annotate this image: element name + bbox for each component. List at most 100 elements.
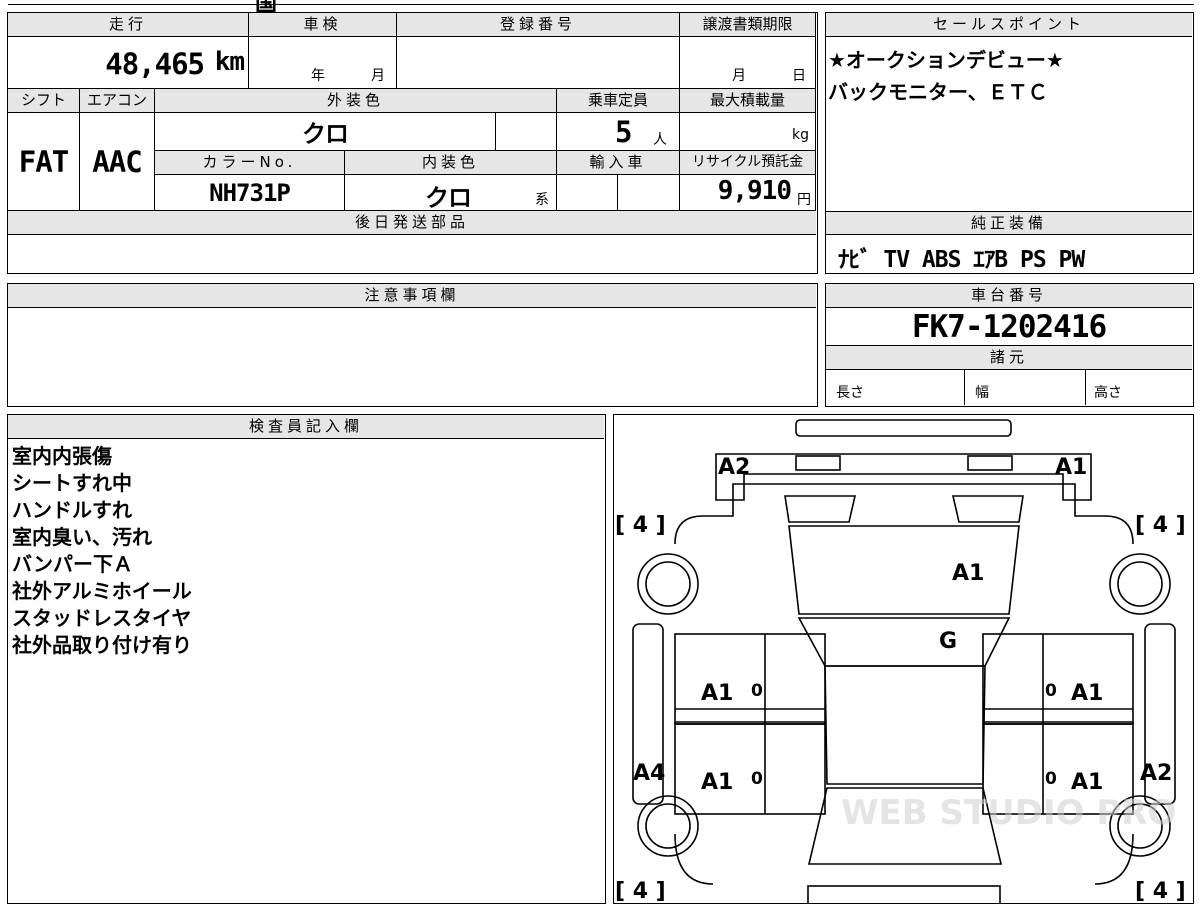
max-load-unit: kg xyxy=(792,127,809,143)
sales-point-label: セールスポイント xyxy=(826,13,1192,37)
diagram-watermark: WEB STUDIO PRO xyxy=(841,793,1176,833)
aircon-label: エアコン xyxy=(80,89,155,113)
diagram-zero-fr: 0 xyxy=(1045,681,1057,701)
recycle-fee-unit: 円 xyxy=(797,192,811,208)
genuine-equipment-value: ﾅﾋﾞ TV ABS ｴｱB PS PW xyxy=(838,247,1085,273)
front-grille-right xyxy=(951,494,1024,523)
headlight-left xyxy=(794,454,841,471)
spec-length-label: 長さ xyxy=(836,385,864,401)
registration-label: 登録番号 xyxy=(397,13,680,37)
diagram-zero-fl: 0 xyxy=(751,681,763,701)
inspection-month: 月 xyxy=(371,68,385,84)
exterior-color-value: クロ xyxy=(155,113,496,151)
diagram-tire-fr: [ 4 ] xyxy=(1135,513,1186,538)
diagram-side-left: A4 xyxy=(633,761,665,786)
sales-point-box: セールスポイント ★オークションデビュー★ バックモニター、ＥＴＣ 純正装備 ﾅ… xyxy=(825,12,1194,274)
hood xyxy=(787,524,1020,615)
diagram-zero-rr: 0 xyxy=(1045,769,1057,789)
diagram-tire-fl: [ 4 ] xyxy=(615,513,666,538)
inspector-line-5: バンパー下Ａ xyxy=(12,552,133,576)
imported-value xyxy=(557,175,618,211)
imported-extra xyxy=(618,175,680,211)
interior-color-cell: クロ 系 xyxy=(345,175,557,212)
vehicle-info-box: 走行 車検 登録番号 譲渡書類期限 48,465 km 年 月 月 日 シフト … xyxy=(7,12,818,274)
notes-box: 注意事項欄 xyxy=(7,283,818,407)
color-no-label: カラーNo. xyxy=(155,151,345,175)
mileage-value: 48,465 xyxy=(105,47,205,81)
transfer-deadline-label: 譲渡書類期限 xyxy=(680,13,816,37)
notes-label: 注意事項欄 xyxy=(8,284,816,308)
inspector-line-2: シートすれ中 xyxy=(12,471,132,495)
inspector-label: 検査員記入欄 xyxy=(8,415,604,439)
headlight-right xyxy=(966,454,1013,471)
diagram-windshield: G xyxy=(939,629,957,654)
transfer-deadline-cell: 月 日 xyxy=(680,37,816,89)
inspector-line-3: ハンドルすれ xyxy=(12,498,132,522)
diagram-zero-rl: 0 xyxy=(751,769,763,789)
door-front-right-outline xyxy=(981,632,1134,725)
capacity-label: 乗車定員 xyxy=(557,89,680,113)
inspector-box: 検査員記入欄 室内内張傷 シートすれ中 ハンドルすれ 室内臭い、汚れ バンパー下… xyxy=(7,414,606,904)
chassis-box: 車台番号 FK7-1202416 諸元 長さ 幅 高さ xyxy=(825,283,1194,407)
shift-value: FAT xyxy=(8,113,80,211)
capacity-unit: 人 xyxy=(653,132,667,148)
recycle-fee-cell: 9,910 円 xyxy=(680,175,816,211)
diagram-front-right: A1 xyxy=(1055,455,1087,480)
diagram-side-right: A2 xyxy=(1140,761,1172,786)
max-load-cell: kg xyxy=(680,113,816,151)
inspector-line-7: スタッドレスタイヤ xyxy=(12,606,192,630)
color-no-value: NH731P xyxy=(155,175,345,211)
front-bumper-strip xyxy=(794,418,1012,437)
diagram-front-left: A2 xyxy=(718,455,750,480)
imported-label: 輸入車 xyxy=(557,151,680,175)
interior-color-label: 内装色 xyxy=(345,151,557,175)
transfer-day: 日 xyxy=(792,68,806,84)
later-shipping-label: 後日発送部品 xyxy=(8,211,816,235)
exterior-color-extra xyxy=(496,113,557,151)
chassis-label: 車台番号 xyxy=(826,284,1192,308)
sales-point-line-1: ★オークションデビュー★ xyxy=(828,48,1064,72)
inspector-line-6: 社外アルミホイール xyxy=(12,579,192,603)
interior-color-value: クロ xyxy=(425,184,472,212)
capacity-cell: 5 人 xyxy=(557,113,680,151)
inspector-line-8: 社外品取り付け有り xyxy=(12,633,192,657)
wheel-fr xyxy=(1108,552,1171,615)
inspector-line-1: 室内内張傷 xyxy=(12,444,112,468)
aircon-value: AAC xyxy=(80,113,155,211)
wheel-rl xyxy=(636,794,699,857)
specs-label: 諸元 xyxy=(826,346,1192,370)
diagram-door-fr: A1 xyxy=(1071,681,1103,706)
sales-point-line-2: バックモニター、ＥＴＣ xyxy=(828,80,1048,104)
damage-diagram-box: A2 A1 [ 4 ] [ 4 ] [ 4 ] [ 4 ] A1 G A1 A1… xyxy=(613,414,1194,904)
door-rear-left-outline xyxy=(673,722,826,815)
exterior-color-label: 外装色 xyxy=(155,89,557,113)
diagram-hood: A1 xyxy=(952,561,984,586)
spec-height-cell: 高さ xyxy=(1086,370,1192,405)
spec-width-cell: 幅 xyxy=(965,370,1086,405)
inspection-label: 車検 xyxy=(249,13,397,37)
spec-width-label: 幅 xyxy=(975,385,989,401)
transfer-month: 月 xyxy=(732,68,746,84)
spec-length-cell: 長さ xyxy=(826,370,965,405)
recycle-fee-value: 9,910 xyxy=(717,176,792,206)
diagram-door-fl: A1 xyxy=(701,681,733,706)
roof xyxy=(823,664,986,785)
mileage-unit: km xyxy=(214,47,245,77)
mileage-cell: 48,465 km xyxy=(8,37,249,89)
inspection-year: 年 xyxy=(311,68,325,84)
top-strip xyxy=(8,0,1194,5)
wheel-fl xyxy=(636,552,699,615)
genuine-equipment-label: 純正装備 xyxy=(826,211,1192,235)
chassis-value: FK7-1202416 xyxy=(826,308,1192,346)
max-load-label: 最大積載量 xyxy=(680,89,816,113)
inspector-line-4: 室内臭い、汚れ xyxy=(12,525,152,549)
later-shipping-value xyxy=(8,235,816,272)
interior-color-suffix: 系 xyxy=(535,192,549,208)
inspection-cell: 年 月 xyxy=(249,37,397,89)
windshield xyxy=(797,616,1010,667)
recycle-fee-label: リサイクル預託金 xyxy=(680,151,816,175)
front-grille-left xyxy=(783,494,856,523)
shift-label: シフト xyxy=(8,89,80,113)
registration-value xyxy=(397,37,680,89)
diagram-door-rr: A1 xyxy=(1071,770,1103,795)
